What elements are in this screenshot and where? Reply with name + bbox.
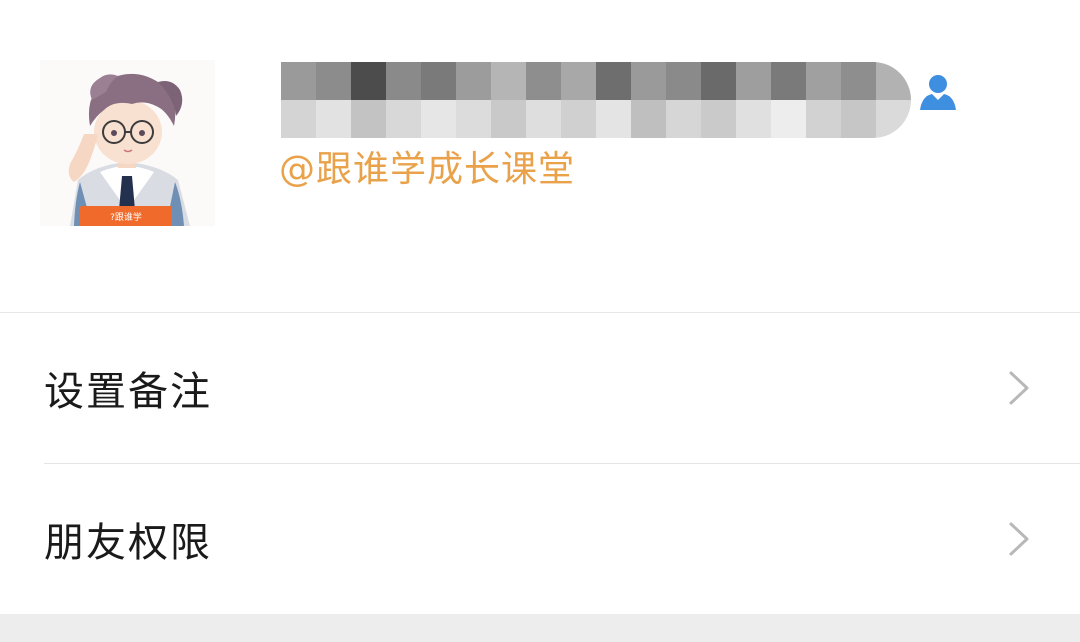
display-name-redacted xyxy=(281,62,911,138)
set-remark-row[interactable]: 设置备注 xyxy=(0,313,1080,463)
friend-permissions-row[interactable]: 朋友权限 xyxy=(0,464,1080,614)
set-remark-label: 设置备注 xyxy=(44,369,212,415)
avatar-badge-text: ?跟谁学 xyxy=(110,211,142,223)
avatar[interactable]: ?跟谁学 xyxy=(40,60,215,226)
chevron-right-icon xyxy=(1009,371,1029,405)
friend-permissions-label: 朋友权限 xyxy=(44,520,212,566)
profile-header: ?跟谁学 @跟谁学成长课堂 xyxy=(0,0,1080,312)
person-icon xyxy=(920,75,956,110)
username: @跟谁学成长课堂 xyxy=(279,149,576,190)
section-separator xyxy=(0,614,1080,642)
contact-profile-page: ?跟谁学 @跟谁学成长课堂 设置备注 朋友权限 xyxy=(0,0,1080,642)
chevron-right-icon xyxy=(1009,522,1029,556)
avatar-illustration: ?跟谁学 xyxy=(68,73,190,226)
